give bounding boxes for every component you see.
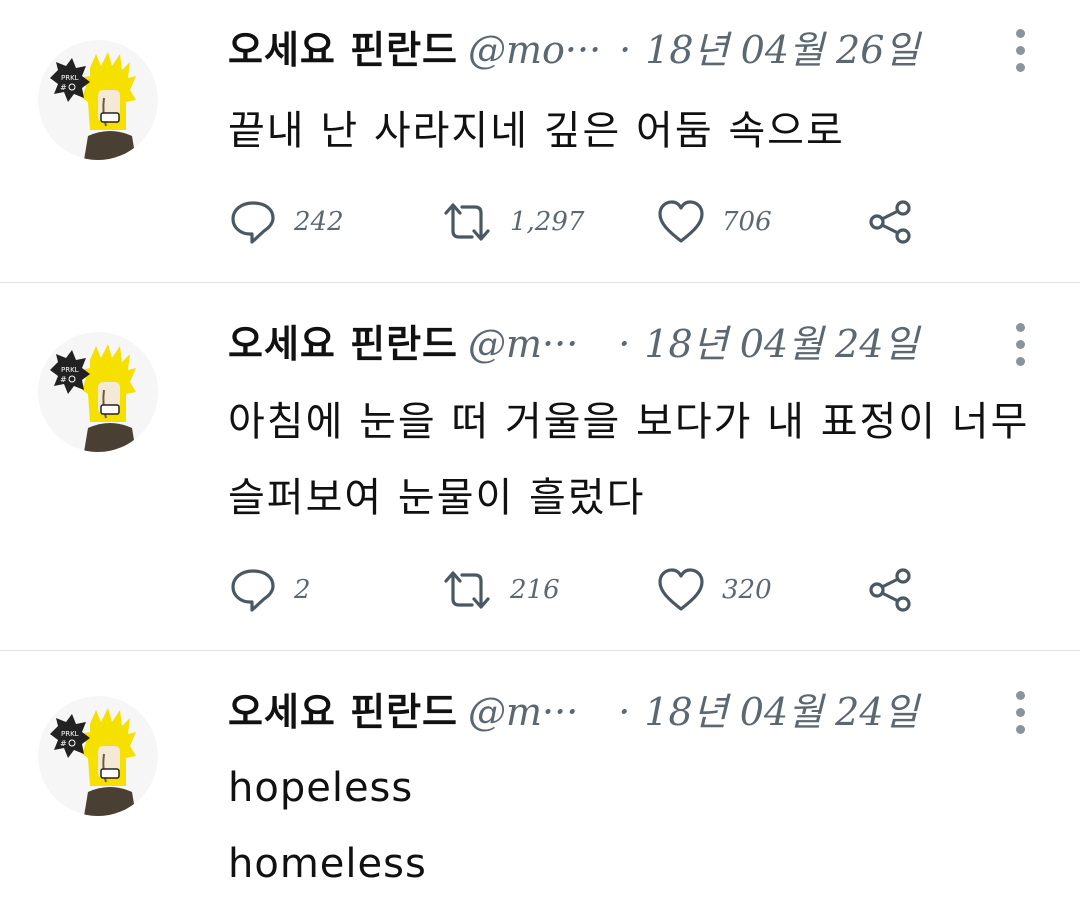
reply-count: 242 (294, 207, 344, 237)
tweet-date[interactable]: 18년 04월 26일 (645, 28, 919, 72)
tweet-text: 끝내 난 사라지네 깊은 어둠 속으로 (228, 93, 1040, 169)
tweet-actions: 242 1,297 706 (228, 194, 948, 250)
speech-bubble-icon (228, 197, 278, 247)
share-button[interactable] (866, 194, 916, 250)
user-handle[interactable]: @m··· (468, 690, 578, 734)
tweet-date[interactable]: 18년 04월 24일 (644, 690, 918, 734)
separator-dot: · (618, 322, 631, 366)
reply-button[interactable]: 242 (228, 194, 344, 250)
heart-icon (656, 197, 706, 247)
svg-text:#: # (60, 739, 67, 748)
tweet-header: 오세요 핀란드 @m··· · 18년 04월 24일 (228, 682, 1040, 742)
reply-button[interactable]: 2 (228, 562, 311, 618)
tweet-header: 오세요 핀란드 @mo··· · 18년 04월 26일 (228, 20, 1040, 80)
like-button[interactable]: 320 (656, 562, 772, 618)
like-button[interactable]: 706 (656, 194, 772, 250)
tweet-text-line: 아침에 눈을 떠 거울을 보다가 내 표정이 너무 (228, 399, 1030, 445)
retweet-count: 1,297 (510, 207, 585, 237)
tweet-date[interactable]: 18년 04월 24일 (644, 322, 918, 366)
separator-dot: · (619, 28, 632, 72)
retweet-button[interactable]: 216 (440, 562, 560, 618)
svg-text:PRKL: PRKL (61, 74, 79, 82)
retweet-button[interactable]: 1,297 (440, 194, 584, 250)
tweet-text: hopeless homeless (228, 750, 1040, 902)
share-button[interactable] (866, 562, 916, 618)
tweet-text-line: 슬퍼보여 눈물이 흘렀다 (228, 475, 646, 521)
tweet-text-line: homeless (228, 841, 427, 887)
more-options-icon[interactable] (1000, 20, 1040, 80)
svg-text:PRKL: PRKL (61, 730, 79, 738)
tweet-text-line: hopeless (228, 765, 414, 811)
speech-bubble-icon (228, 565, 278, 615)
avatar[interactable]: PRKL # (38, 40, 158, 160)
display-name[interactable]: 오세요 핀란드 (228, 28, 458, 72)
separator-dot: · (618, 690, 631, 734)
like-count: 706 (722, 207, 772, 237)
retweet-count: 216 (510, 575, 560, 605)
more-options-icon[interactable] (1000, 682, 1040, 742)
svg-text:PRKL: PRKL (61, 366, 79, 374)
tweet[interactable]: PRKL # 오세요 핀란드 @mo··· · 18년 04월 26일 끝내 난 사라… (0, 0, 1080, 283)
svg-text:#: # (60, 83, 67, 92)
tweet-header: 오세요 핀란드 @m··· · 18년 04월 24일 (228, 314, 1040, 374)
tweet[interactable]: PRKL # 오세요 핀란드 @m··· · 18년 04월 24일 아침에 눈을 떠… (0, 284, 1080, 651)
share-nodes-icon (866, 197, 916, 247)
avatar[interactable]: PRKL # (38, 332, 158, 452)
reply-count: 2 (294, 575, 311, 605)
retweet-arrows-icon (440, 565, 494, 615)
user-handle[interactable]: @mo··· (468, 28, 601, 72)
more-options-icon[interactable] (1000, 314, 1040, 374)
display-name[interactable]: 오세요 핀란드 (228, 322, 458, 366)
heart-icon (656, 565, 706, 615)
share-nodes-icon (866, 565, 916, 615)
like-count: 320 (722, 575, 772, 605)
tweet-actions: 2 216 320 (228, 562, 948, 618)
display-name[interactable]: 오세요 핀란드 (228, 690, 458, 734)
tweet-text: 아침에 눈을 떠 거울을 보다가 내 표정이 너무 슬퍼보여 눈물이 흘렀다 (228, 384, 1040, 536)
svg-text:#: # (60, 375, 67, 384)
retweet-arrows-icon (440, 197, 494, 247)
tweet-text-line: 끝내 난 사라지네 깊은 어둠 속으로 (228, 108, 845, 154)
user-handle[interactable]: @m··· (468, 322, 578, 366)
avatar[interactable]: PRKL # (38, 696, 158, 816)
tweet[interactable]: PRKL # 오세요 핀란드 @m··· · 18년 04월 24일 hopeless… (0, 652, 1080, 905)
